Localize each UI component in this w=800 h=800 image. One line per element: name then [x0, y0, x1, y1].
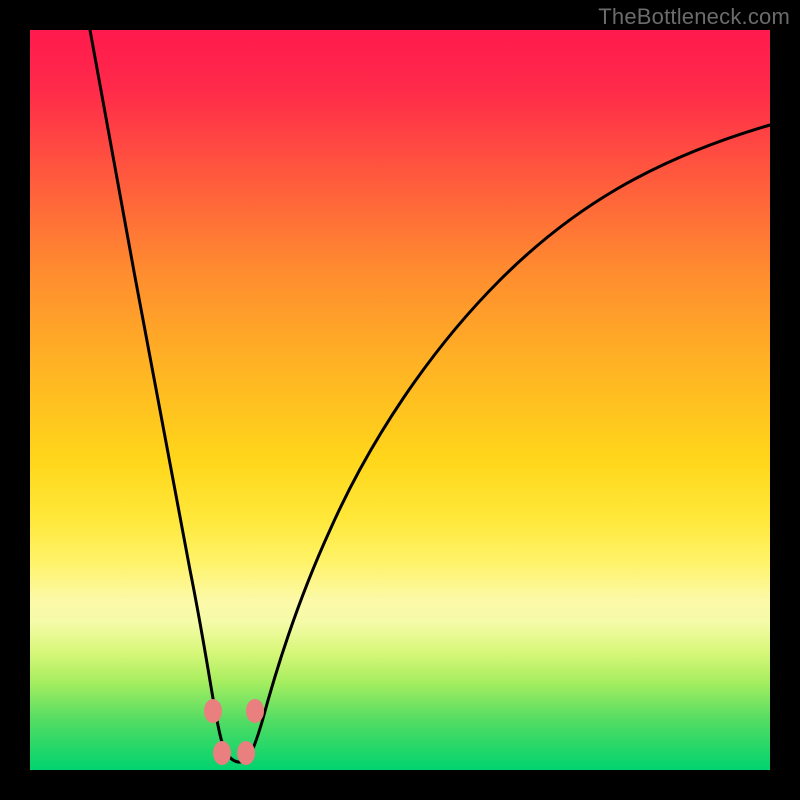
marker-left-lower — [213, 741, 231, 765]
chart-plot-area — [30, 30, 770, 770]
marker-right-lower — [237, 741, 255, 765]
bottleneck-curve-path — [90, 30, 770, 762]
marker-left-upper — [204, 699, 222, 723]
marker-right-upper — [246, 699, 264, 723]
watermark-text: TheBottleneck.com — [598, 4, 790, 30]
bottleneck-curve-svg — [30, 30, 770, 770]
